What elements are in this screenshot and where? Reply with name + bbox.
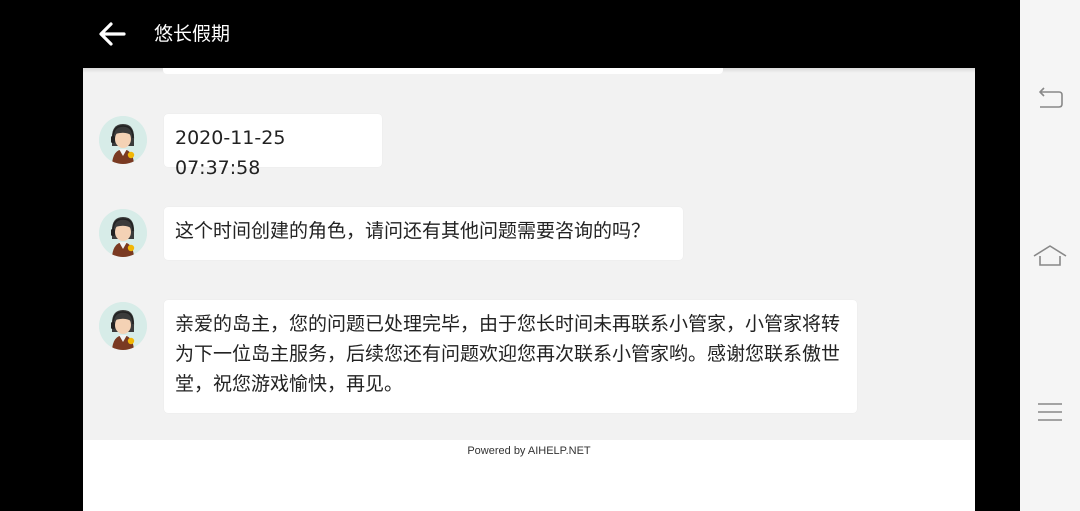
nav-menu-button[interactable] <box>1032 394 1068 430</box>
back-button[interactable] <box>94 16 130 52</box>
message-bubble: 这个时间创建的角色，请问还有其他问题需要咨询的吗？ <box>164 207 683 260</box>
message-text: 2020-11-25 07:37:58 <box>175 127 286 179</box>
nav-back-icon <box>1039 87 1063 108</box>
agent-avatar <box>99 302 147 350</box>
back-arrow-icon <box>99 22 126 46</box>
right-letterbox <box>975 0 1020 511</box>
system-nav-bar <box>1020 0 1080 511</box>
page-title: 悠长假期 <box>154 23 231 45</box>
nav-home-button[interactable] <box>1032 238 1068 274</box>
message-text: 这个时间创建的角色，请问还有其他问题需要咨询的吗？ <box>175 220 651 242</box>
agent-avatar <box>99 116 147 164</box>
message-bubble: 2020-11-25 07:37:58 <box>164 114 382 179</box>
agent-avatar <box>99 209 147 257</box>
left-letterbox <box>0 0 83 511</box>
app-header: 悠长假期 <box>0 0 1020 68</box>
nav-back-button[interactable] <box>1032 82 1068 118</box>
chat-area[interactable]: 2020-11-25 07:37:58 这个时间创建的角色，请问还有其他问题需要… <box>83 68 975 440</box>
message-bubble: 亲爱的岛主，您的问题已处理完毕，由于您长时间未再联系小管家，小管家将转为下一位岛… <box>164 300 857 413</box>
message-text: 亲爱的岛主，您的问题已处理完毕，由于您长时间未再联系小管家，小管家将转为下一位岛… <box>175 313 841 395</box>
powered-by-text: Powered by AIHELP.NET <box>467 445 591 457</box>
chat-footer: Powered by AIHELP.NET <box>83 440 975 511</box>
previous-bubble-edge <box>163 68 723 74</box>
nav-home-icon <box>1033 245 1067 266</box>
nav-menu-icon <box>1038 403 1062 421</box>
